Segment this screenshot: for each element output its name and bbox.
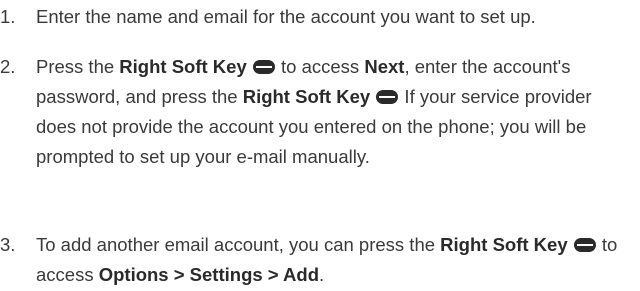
- soft-key-icon: [252, 60, 275, 74]
- options-settings-add-label: Options > Settings > Add: [98, 264, 320, 285]
- step-text: Press the Right Soft Key to access Next,…: [36, 52, 636, 172]
- instruction-steps: 1. Enter the name and email for the acco…: [0, 0, 640, 291]
- right-soft-key-label: Right Soft Key: [119, 56, 247, 77]
- step-text: Enter the name and email for the account…: [36, 2, 636, 32]
- step-number: 1.: [0, 6, 16, 27]
- step-2: 2. Press the Right Soft Key to access Ne…: [0, 52, 640, 172]
- step-1: 1. Enter the name and email for the acco…: [0, 2, 640, 32]
- soft-key-icon: [376, 90, 399, 104]
- right-soft-key-label: Right Soft Key: [440, 234, 568, 255]
- step-3: 3. To add another email account, you can…: [0, 230, 640, 290]
- step-number: 2.: [0, 56, 16, 77]
- step-number: 3.: [0, 234, 16, 255]
- step-text-segment: Enter the name and email for the account…: [36, 6, 536, 27]
- step-text-segment: Press the: [36, 56, 120, 77]
- step-text-segment: To add another email account, you can pr…: [36, 234, 441, 255]
- step-text: To add another email account, you can pr…: [36, 230, 636, 290]
- right-soft-key-label: Right Soft Key: [242, 86, 371, 107]
- step-text-segment: .: [319, 264, 325, 285]
- step-text-segment: to access: [275, 56, 365, 77]
- next-label: Next: [364, 56, 405, 77]
- soft-key-icon: [573, 238, 596, 252]
